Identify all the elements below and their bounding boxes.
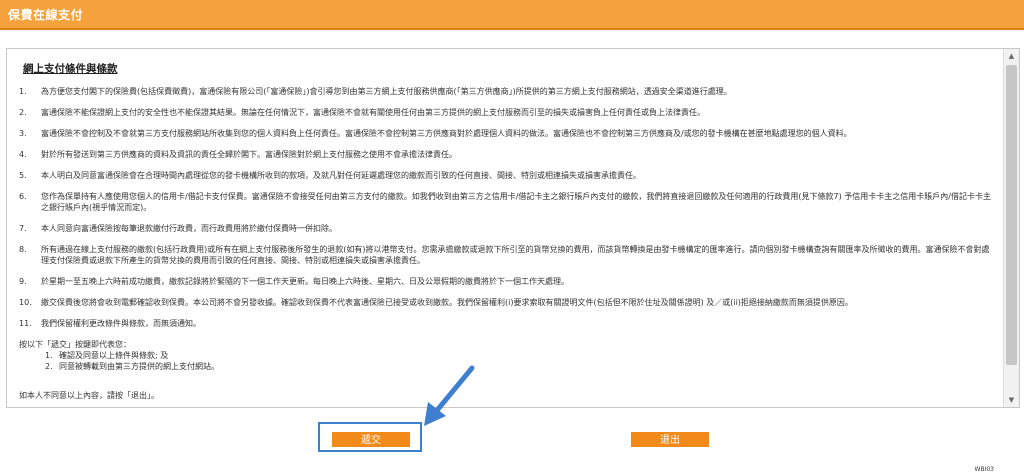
terms-clause: 10. 繳交保費後您將會收到電郵確認收到保費。本公司將不會另發收據。確認收到保費不…	[19, 297, 993, 308]
terms-clause: 8. 所有通過在線上支付服務的繳款(包括行政費用)或所有在網上支付服務後所發生的退…	[19, 244, 993, 266]
confirm-list: 1. 確認及同意以上條件與條款; 及 2. 同意被轉載到由第三方提供的網上支付網站。	[45, 350, 993, 372]
terms-clause: 5. 本人明白及同意富通保險會在合理時間內處理從您的發卡機構所收到的款項，及就凡對…	[19, 170, 993, 181]
clause-text: 富通保險不能保證網上支付的安全性也不能保證其結果。無論在任何情況下，富通保險不會…	[41, 108, 705, 117]
clause-text: 於星期一至五晚上六時前成功繳費，繳款記錄將於緊隨的下一個工作天更新。每日晚上六時…	[41, 277, 569, 286]
clause-text: 富通保險不會控制及不會就第三方支付服務網站所收集到您的個人資料負上任何責任。富通…	[41, 129, 852, 138]
clause-number: 9.	[19, 277, 27, 286]
page-title: 保費在線支付	[8, 8, 84, 22]
terms-clause: 7. 本人同意向富通保險按每筆退款繳付行政費，而行政費用將於繳付保費時一併扣除。	[19, 223, 993, 234]
clause-number: 7.	[19, 224, 27, 233]
clause-text: 本人同意向富通保險按每筆退款繳付行政費，而行政費用將於繳付保費時一併扣除。	[41, 224, 337, 233]
clause-number: 11.	[19, 319, 32, 328]
clause-text: 您作為保單持有人應使用您個人的信用卡/借記卡支付保費。富通保險不會接受任何由第三…	[41, 192, 991, 212]
scroll-up-arrow-icon[interactable]: ▲	[1004, 49, 1019, 63]
page-code: WBI03	[974, 466, 994, 473]
scroll-down-arrow-icon[interactable]: ▼	[1004, 393, 1019, 407]
clause-text: 我們保留權利更改條件與條款，而無須通知。	[41, 319, 201, 328]
submit-button[interactable]: 遞交	[332, 432, 410, 447]
clause-number: 10.	[19, 298, 32, 307]
terms-clause: 2. 富通保險不能保證網上支付的安全性也不能保證其結果。無論在任何情況下，富通保險…	[19, 107, 993, 118]
clause-number: 5.	[19, 171, 27, 180]
clause-text: 為方便您支付閣下的保險費(包括保費徵費)，富通保險有限公司(「富通保險」)會引導…	[41, 87, 732, 96]
page-header: 保費在線支付	[0, 0, 1024, 30]
clause-number: 8.	[19, 245, 27, 254]
vertical-scrollbar[interactable]: ▲ ▼	[1003, 49, 1019, 407]
confirm-item-number: 2.	[45, 362, 53, 371]
clause-text: 對於所有發送到第三方供應商的資料及資訊的責任全歸於閣下。富通保險對於網上支付服務…	[41, 150, 457, 159]
clause-number: 1.	[19, 87, 27, 96]
terms-content: 網上支付條件與條款 1. 為方便您支付閣下的保險費(包括保費徵費)，富通保險有限公…	[7, 49, 1003, 407]
terms-clause: 1. 為方便您支付閣下的保險費(包括保費徵費)，富通保險有限公司(「富通保險」)會…	[19, 86, 993, 97]
confirm-intro: 按以下「遞交」按鍵即代表您：	[19, 340, 131, 349]
scrollbar-thumb[interactable]	[1006, 65, 1017, 365]
clause-number: 6.	[19, 192, 27, 201]
clause-number: 2.	[19, 108, 27, 117]
confirm-item: 2. 同意被轉載到由第三方提供的網上支付網站。	[45, 361, 993, 372]
terms-clause: 6. 您作為保單持有人應使用您個人的信用卡/借記卡支付保費。富通保險不會接受任何由…	[19, 191, 993, 213]
terms-heading: 網上支付條件與條款	[23, 63, 118, 75]
terms-clause: 3. 富通保險不會控制及不會就第三方支付服務網站所收集到您的個人資料負上任何責任。…	[19, 128, 993, 139]
confirm-item: 1. 確認及同意以上條件與條款; 及	[45, 350, 993, 361]
terms-clause: 11. 我們保留權利更改條件與條款，而無須通知。	[19, 318, 993, 329]
confirm-item-text: 同意被轉載到由第三方提供的網上支付網站。	[59, 362, 219, 371]
exit-button[interactable]: 退出	[631, 432, 709, 447]
pointer-arrow-icon	[424, 365, 475, 426]
terms-clause: 9. 於星期一至五晚上六時前成功繳費，繳款記錄將於緊隨的下一個工作天更新。每日晚上…	[19, 276, 993, 287]
terms-clause: 4. 對於所有發送到第三方供應商的資料及資訊的責任全歸於閣下。富通保險對於網上支付…	[19, 149, 993, 160]
confirm-item-text: 確認及同意以上條件與條款; 及	[59, 351, 169, 360]
clause-number: 4.	[19, 150, 27, 159]
clause-text: 本人明白及同意富通保險會在合理時間內處理從您的發卡機構所收到的款項，及就凡對任何…	[41, 171, 641, 180]
clause-number: 3.	[19, 129, 27, 138]
clause-text: 繳交保費後您將會收到電郵確認收到保費。本公司將不會另發收據。確認收到保費不代表富…	[41, 298, 853, 307]
terms-scroll-box[interactable]: 網上支付條件與條款 1. 為方便您支付閣下的保險費(包括保費徵費)，富通保險有限公…	[6, 48, 1020, 408]
confirm-item-number: 1.	[45, 351, 53, 360]
exit-note: 如本人不同意以上內容，請按「退出」。	[19, 391, 159, 400]
confirm-section: 按以下「遞交」按鍵即代表您： 1. 確認及同意以上條件與條款; 及 2. 同意被轉載…	[19, 339, 993, 372]
clause-text: 所有通過在線上支付服務的繳款(包括行政費用)或所有在網上支付服務後所發生的退款(…	[41, 245, 990, 265]
